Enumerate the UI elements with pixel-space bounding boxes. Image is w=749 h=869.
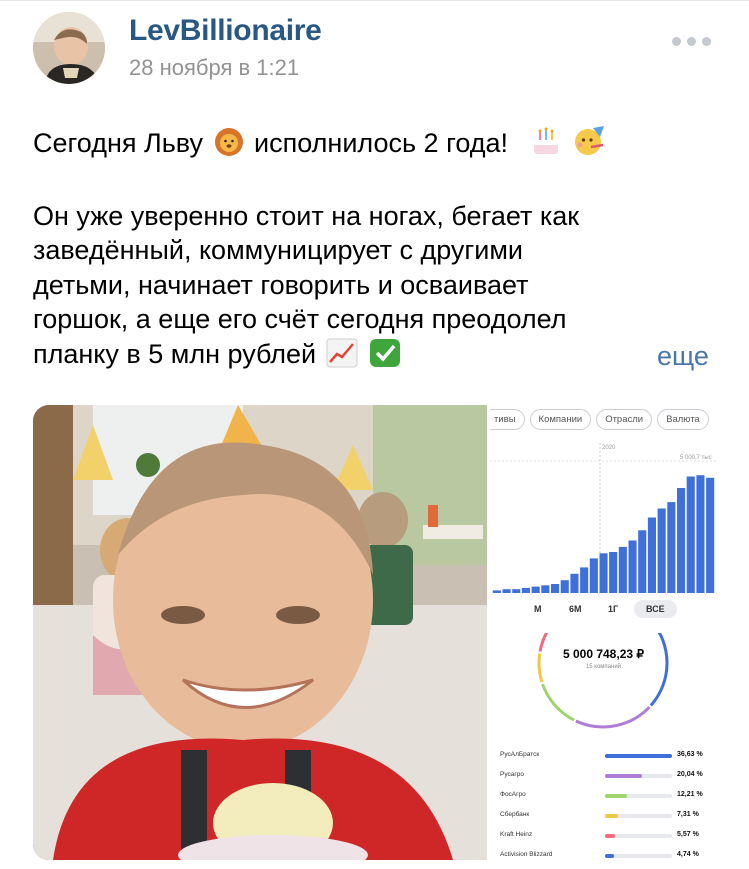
chart-bar	[492, 590, 501, 593]
year-marker-label: 2020	[602, 445, 616, 451]
text-line-1: Сегодня Льву исполнилось 2 года!	[33, 125, 723, 160]
allocation-bar-track	[605, 854, 672, 858]
chart-bar	[589, 558, 598, 593]
check-mark-emoji-icon	[369, 338, 401, 377]
text-line-4: детьми, начинает говорить и осваивает	[33, 269, 529, 300]
period-6m: 6М	[569, 604, 582, 614]
chip-assets: тивы	[490, 409, 525, 430]
chart-bar	[521, 587, 530, 593]
allocation-bar-fill	[605, 794, 628, 798]
allocation-name: ФосАгро	[500, 791, 526, 798]
portfolio-bar-chart: 2020 5 000,7 тыс	[490, 443, 717, 593]
allocation-percent: 20,04 %	[677, 771, 703, 778]
chip-currency: Валюта	[657, 409, 709, 430]
allocation-percent: 4,74 %	[677, 851, 699, 858]
allocation-percent: 7,31 %	[677, 811, 699, 818]
allocation-name: Kraft Heinz	[500, 831, 533, 838]
author-name[interactable]: LevBillionaire	[129, 14, 322, 48]
chart-bar	[541, 585, 550, 593]
chart-bar	[677, 488, 686, 593]
period-selector: М 6М 1Г ВСЕ	[490, 600, 717, 625]
post-text: Сегодня Льву исполнилось 2 года! Он уже …	[33, 125, 723, 371]
portfolio-allocation-screenshot[interactable]: 5 000 748,23 ₽ 15 компаний РусАлБратск 36…	[490, 633, 717, 860]
read-more-link[interactable]: еще	[657, 341, 709, 372]
cake-emoji-icon	[530, 127, 562, 166]
chart-bar	[531, 586, 540, 593]
allocation-bar-track	[605, 754, 672, 758]
post: LevBillionaire 28 ноября в 1:21 Сегодня …	[0, 0, 749, 869]
allocation-row: Русагро 20,04 %	[490, 767, 717, 787]
text-part-1: Сегодня Льву	[33, 128, 204, 158]
allocation-name: Activision Blizzard	[500, 851, 553, 858]
allocation-bar-track	[605, 834, 672, 838]
text-part-last: планку в 5 млн рублей	[33, 338, 317, 369]
chart-bar	[599, 553, 608, 593]
chart-bar	[570, 573, 579, 593]
text-fade	[470, 338, 650, 378]
chart-bar	[580, 567, 589, 593]
avatar[interactable]	[33, 12, 105, 84]
chart-bar	[560, 580, 569, 593]
allocation-bar-fill	[605, 754, 672, 758]
chart-bar	[686, 476, 695, 593]
portfolio-count: 15 компаний	[585, 664, 622, 670]
allocation-name: Русагро	[500, 771, 524, 778]
allocation-bar-fill	[605, 854, 614, 858]
allocation-bar-fill	[605, 774, 642, 778]
chip-sectors: Отрасли	[596, 409, 653, 430]
allocation-row: РусАлБратск 36,63 %	[490, 747, 717, 767]
chart-up-emoji-icon	[326, 338, 358, 377]
allocation-bar-track	[605, 794, 672, 798]
period-month: М	[534, 604, 542, 614]
allocation-bar-track	[605, 774, 672, 778]
allocation-bar-track	[605, 814, 672, 818]
chart-bar	[609, 552, 618, 593]
portfolio-total: 5 000 748,23 ₽	[562, 647, 645, 661]
allocation-percent: 12,21 %	[677, 791, 703, 798]
chart-bar	[657, 508, 666, 593]
post-date[interactable]: 28 ноября в 1:21	[129, 55, 299, 81]
chart-bar	[628, 540, 637, 593]
portfolio-chart-screenshot[interactable]: тивы Компании Отрасли Валюта 2020 5 000,…	[490, 405, 717, 629]
chart-bar	[696, 475, 705, 593]
lion-emoji-icon	[213, 127, 245, 166]
text-line-5: горшок, а еще его счёт сегодня преодолел	[33, 304, 567, 334]
allocation-row: Сбербанк 7,31 %	[490, 807, 717, 827]
allocation-row: ФосАгро 12,21 %	[490, 787, 717, 807]
allocation-percent: 5,57 %	[677, 831, 699, 838]
text-part-2: исполнилось 2 года!	[254, 128, 509, 158]
chart-bar	[638, 530, 647, 593]
period-1y: 1Г	[608, 604, 619, 614]
chip-companies: Компании	[529, 409, 592, 430]
allocation-bar-fill	[605, 834, 616, 838]
allocation-row: Activision Blizzard 4,74 %	[490, 847, 717, 860]
photo-grid: тивы Компании Отрасли Валюта 2020 5 000,…	[33, 405, 717, 860]
chart-bar	[512, 589, 521, 593]
allocation-list: РусАлБратск 36,63 % Русагро 20,04 % ФосАгро 1…	[490, 747, 717, 860]
chart-bar	[667, 502, 676, 593]
allocation-percent: 36,63 %	[677, 751, 703, 758]
chart-bar	[502, 589, 511, 593]
party-face-emoji-icon	[573, 125, 607, 166]
chart-bar	[618, 546, 627, 593]
text-line-2: Он уже уверенно стоит на ногах, бегает к…	[33, 200, 580, 231]
filter-chips: тивы Компании Отрасли Валюта	[490, 409, 709, 430]
target-label: 5 000,7 тыс	[680, 455, 712, 461]
divider	[0, 0, 749, 1]
period-all: ВСЕ	[634, 600, 677, 618]
allocation-name: РусАлБратск	[500, 751, 540, 758]
text-line-3: заведённый, коммуницирует с другими	[33, 235, 523, 265]
chart-bar	[647, 517, 656, 593]
chart-bar	[706, 477, 715, 593]
allocation-name: Сбербанк	[500, 811, 530, 818]
photo-birthday-boy[interactable]	[33, 405, 487, 860]
allocation-bar-fill	[605, 814, 619, 818]
allocation-row: Kraft Heinz 5,57 %	[490, 827, 717, 847]
more-dots-icon[interactable]	[672, 37, 711, 46]
chart-bar	[551, 584, 560, 593]
